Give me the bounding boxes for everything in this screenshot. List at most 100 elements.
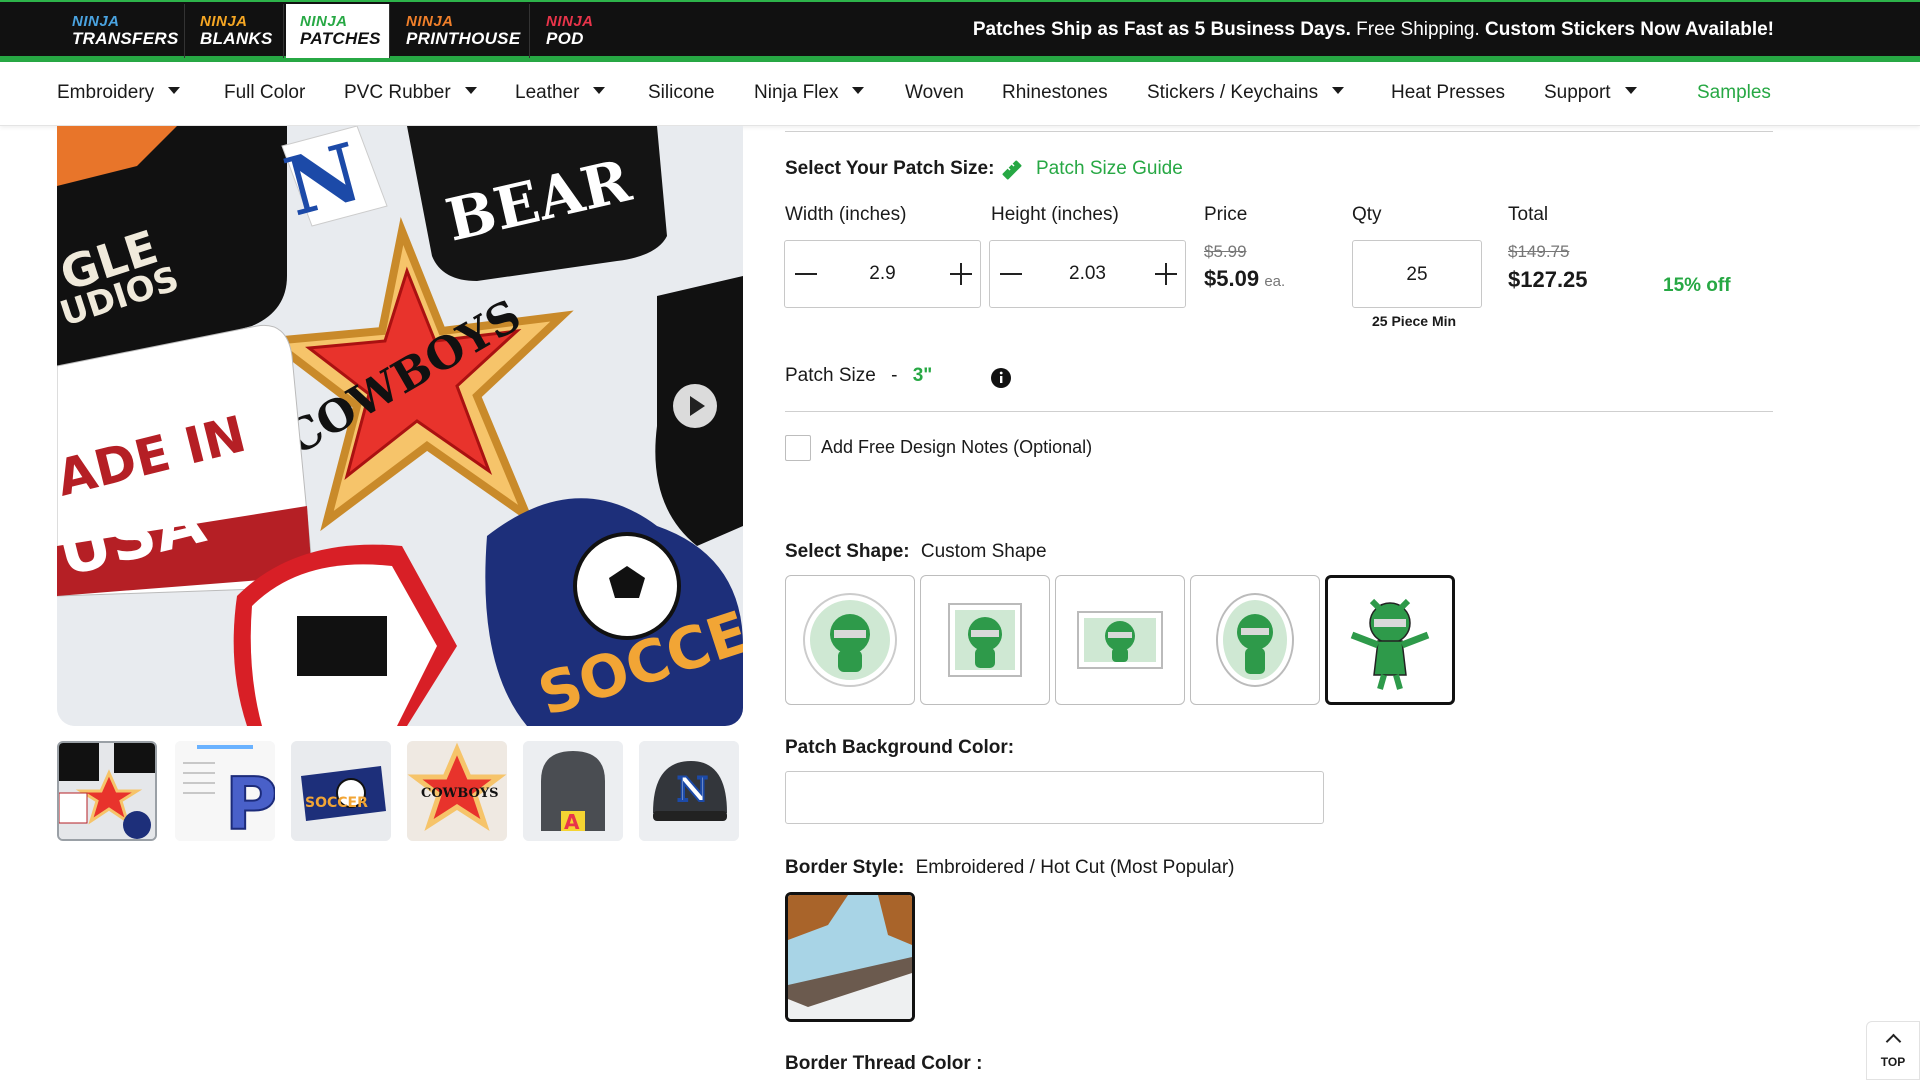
brand-ninja-pod[interactable]: NINJA POD (532, 4, 608, 58)
brand-ninja-transfers[interactable]: NINJA TRANSFERS (58, 4, 185, 58)
brand-ninja-label: NINJA (72, 13, 120, 30)
thumbnail-5[interactable]: A (523, 741, 623, 841)
shape-option-custom[interactable] (1325, 575, 1455, 705)
nav-stickers-keychains[interactable]: Stickers / Keychains (1147, 82, 1345, 104)
thumb-cap-image: N (639, 741, 739, 841)
nav-embroidery[interactable]: Embroidery (57, 82, 181, 104)
ninja-square-icon (948, 603, 1022, 677)
border-style-value: Embroidered / Hot Cut (Most Popular) (915, 857, 1235, 878)
nav-silicone[interactable]: Silicone (648, 82, 715, 104)
ninja-rectangle-icon (1077, 611, 1163, 669)
nav-samples[interactable]: Samples (1697, 82, 1771, 104)
announcement-banner: Patches Ship as Fast as 5 Business Days.… (973, 19, 1774, 41)
border-style-heading: Border Style: Embroidered / Hot Cut (Mos… (785, 857, 1235, 879)
nav-rhinestones[interactable]: Rhinestones (1002, 82, 1108, 104)
design-notes-label: Add Free Design Notes (Optional) (821, 437, 1093, 457)
price-original: $5.99 (1204, 242, 1247, 261)
brand-name: PRINTHOUSE (406, 29, 521, 48)
patch-size-summary: Patch Size - 3" (785, 365, 932, 387)
thumb-chenille-diagram-image: P (175, 741, 275, 841)
nav-heat-presses[interactable]: Heat Presses (1391, 82, 1505, 104)
shape-option-square[interactable] (920, 575, 1050, 705)
nav-leather[interactable]: Leather (515, 82, 606, 104)
brand-ninja-label: NINJA (406, 13, 454, 30)
nav-label: Embroidery (57, 82, 155, 103)
width-stepper: 2.9 (784, 240, 981, 308)
background-color-select[interactable] (785, 771, 1324, 824)
back-to-top-label: TOP (1880, 1055, 1906, 1069)
thumb-soccer-image: SOCCER (291, 741, 391, 841)
brand-ninja-label: NINJA (546, 13, 594, 30)
brand-bar: NINJA TRANSFERS NINJA BLANKS NINJA PATCH… (0, 0, 1920, 62)
nav-label: Support (1544, 82, 1611, 103)
shape-option-circle[interactable] (785, 575, 915, 705)
thumb-letter-p: P (225, 762, 275, 841)
thumb-letter-a: A (564, 810, 580, 834)
nav-label: Leather (515, 82, 580, 103)
patch-size-summary-value: 3" (912, 365, 933, 386)
brand-ninja-label: NINJA (200, 13, 248, 30)
price-current: $5.09 ea. (1204, 266, 1285, 292)
width-header: Width (inches) (785, 204, 907, 225)
height-header: Height (inches) (991, 204, 1119, 225)
total-original: $149.75 (1508, 242, 1570, 261)
brand-name: TRANSFERS (72, 29, 179, 48)
nav-pvc-rubber[interactable]: PVC Rubber (344, 82, 477, 104)
brand-ninja-blanks[interactable]: NINJA BLANKS (186, 4, 284, 58)
caret-down-icon (168, 87, 181, 95)
brand-name: POD (546, 29, 584, 48)
width-input[interactable]: 2.9 (825, 263, 940, 285)
thumbnail-4[interactable]: COWBOYS (407, 741, 507, 841)
ninja-oval-icon (1216, 593, 1294, 687)
patch-size-guide-link[interactable]: Patch Size Guide (1036, 158, 1183, 180)
price-header: Price (1204, 204, 1248, 225)
height-stepper: 2.03 (989, 240, 1186, 308)
patch-size-summary-dash: - (891, 365, 898, 386)
caret-down-icon (593, 87, 606, 95)
patch-size-label: Select Your Patch Size: (785, 158, 995, 179)
thumbnail-3[interactable]: SOCCER (291, 741, 391, 841)
announcement-stickers: Custom Stickers Now Available! (1485, 19, 1774, 40)
qty-min-note: 25 Piece Min (1372, 313, 1457, 329)
width-decrement-button[interactable] (791, 259, 821, 289)
info-icon[interactable] (991, 368, 1011, 388)
back-to-top-button[interactable]: TOP (1866, 1021, 1920, 1080)
divider (785, 411, 1773, 412)
width-increment-button[interactable] (946, 259, 976, 289)
thumbnail-6[interactable]: N (639, 741, 739, 841)
shape-value: Custom Shape (920, 541, 1047, 562)
height-decrement-button[interactable] (996, 259, 1026, 289)
thumb-cowboys-image: COWBOYS (407, 741, 507, 841)
announcement-shipping: Patches Ship as Fast as 5 Business Days. (972, 19, 1351, 40)
caret-down-icon (1624, 87, 1637, 95)
nav-label: Woven (905, 82, 964, 103)
nav-support[interactable]: Support (1544, 82, 1637, 104)
ninja-circle-icon (803, 593, 897, 687)
product-main-image[interactable]: GLE UDIOS N BEAR COWBOYS ADE IN USA SOCC… (57, 126, 743, 726)
shape-label: Select Shape: (785, 541, 910, 562)
border-style-option-hot-cut[interactable] (785, 892, 915, 1022)
brand-ninja-printhouse[interactable]: NINJA PRINTHOUSE (392, 4, 530, 58)
height-input[interactable]: 2.03 (1030, 263, 1145, 285)
divider (785, 131, 1773, 132)
nav-full-color[interactable]: Full Color (224, 82, 305, 104)
border-thread-color-label: Border Thread Color : (785, 1053, 983, 1074)
ruler-icon (1002, 160, 1022, 180)
thumbnail-2[interactable]: P (175, 741, 275, 841)
thumbnail-1[interactable] (57, 741, 157, 841)
nav-woven[interactable]: Woven (905, 82, 964, 104)
shape-heading: Select Shape: Custom Shape (785, 541, 1047, 563)
height-increment-button[interactable] (1151, 259, 1181, 289)
nav-label: PVC Rubber (344, 82, 451, 103)
ninja-custom-shape-icon (1350, 598, 1430, 690)
qty-input[interactable]: 25 (1352, 240, 1482, 308)
nav-ninja-flex[interactable]: Ninja Flex (754, 82, 865, 104)
patches-collage-image: GLE UDIOS N BEAR COWBOYS ADE IN USA SOCC… (57, 126, 743, 726)
announcement-free-shipping: Free Shipping. (1350, 19, 1486, 40)
shape-option-oval[interactable] (1190, 575, 1320, 705)
thumbnail-strip: P SOCCER COWBOYS A N (57, 741, 747, 841)
brand-ninja-patches[interactable]: NINJA PATCHES (286, 4, 390, 58)
shape-option-rectangle[interactable] (1055, 575, 1185, 705)
caret-down-icon (852, 87, 865, 95)
design-notes-checkbox[interactable] (785, 435, 811, 461)
